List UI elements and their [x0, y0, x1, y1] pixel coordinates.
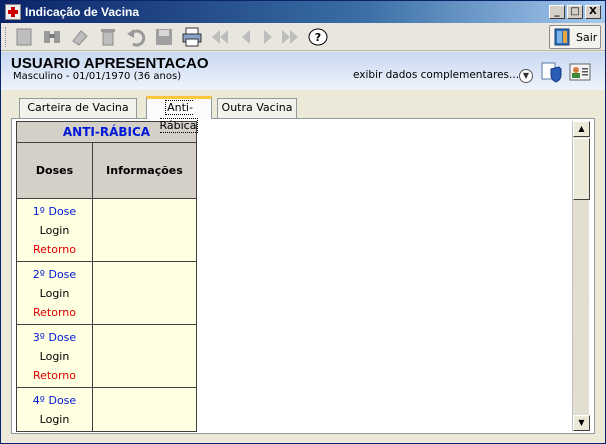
dose-cell[interactable]: 3º Dose Login Retorno	[16, 324, 93, 388]
app-icon	[5, 4, 21, 20]
login-label: Login	[39, 287, 70, 300]
toolbar: ? Sair	[1, 23, 605, 51]
login-label: Login	[39, 413, 70, 426]
erase-icon[interactable]	[69, 26, 91, 48]
dose-label: 3º Dose	[32, 331, 77, 344]
tab-carteira-de-vacina[interactable]: Carteira de Vacina	[19, 98, 137, 118]
login-label: Login	[39, 350, 70, 363]
retorno-label: Retorno	[33, 369, 76, 382]
table-row: 4º Dose Login	[16, 387, 197, 432]
dose-label: 2º Dose	[32, 268, 77, 281]
dose-cell[interactable]: 4º Dose Login	[16, 387, 93, 432]
table-row: 2º Dose Login Retorno	[16, 261, 197, 325]
table-row: 1º Dose Login Retorno	[16, 198, 197, 262]
chevron-down-icon[interactable]: ▼	[519, 69, 533, 83]
shield-icon[interactable]	[541, 61, 563, 83]
exit-button-label: Sair	[576, 31, 598, 44]
retorno-label: Retorno	[33, 306, 76, 319]
patient-name: USUARIO APRESENTACAO	[11, 55, 209, 72]
patient-details: Masculino - 01/01/1970 (36 anos)	[13, 71, 182, 82]
column-header-doses: Doses	[16, 142, 93, 199]
tab-label: Anti-Rábica	[159, 100, 199, 133]
info-cell[interactable]	[92, 198, 197, 262]
retorno-label: Retorno	[33, 243, 76, 256]
patient-header: USUARIO APRESENTACAO Masculino - 01/01/1…	[1, 52, 605, 90]
svg-text:?: ?	[315, 31, 321, 44]
minimize-button[interactable]: _	[549, 5, 565, 19]
dose-cell[interactable]: 1º Dose Login Retorno	[16, 198, 93, 262]
save-icon[interactable]	[153, 26, 175, 48]
last-icon[interactable]	[279, 26, 301, 48]
prev-icon[interactable]	[235, 26, 257, 48]
tab-label: Carteira de Vacina	[27, 101, 129, 114]
tab-label: Outra Vacina	[221, 101, 293, 114]
next-icon[interactable]	[257, 26, 279, 48]
tab-panel: ANTI-RÁBICA Doses Informações 1º Dose Lo…	[11, 118, 595, 434]
scrollbar-thumb[interactable]	[573, 138, 590, 200]
vertical-scrollbar[interactable]: ▲ ▼	[572, 121, 590, 431]
dose-label: 1º Dose	[32, 205, 77, 218]
new-icon[interactable]	[13, 26, 35, 48]
column-header-info: Informações	[92, 142, 197, 199]
info-cell[interactable]	[92, 324, 197, 388]
scroll-up-arrow-icon[interactable]: ▲	[573, 121, 590, 137]
vaccine-table: ANTI-RÁBICA Doses Informações 1º Dose Lo…	[16, 121, 197, 432]
search-icon[interactable]	[41, 26, 63, 48]
help-icon[interactable]: ?	[307, 26, 329, 48]
main-window: Indicação de Vacina _ □ X ? Sair USUARIO…	[0, 0, 606, 444]
dose-cell[interactable]: 2º Dose Login Retorno	[16, 261, 93, 325]
info-cell[interactable]	[92, 387, 197, 432]
exit-button[interactable]: Sair	[549, 25, 601, 49]
title-bar[interactable]: Indicação de Vacina _ □ X	[1, 1, 605, 23]
exit-door-icon	[554, 28, 570, 46]
delete-icon[interactable]	[97, 26, 119, 48]
window-title: Indicação de Vacina	[25, 5, 140, 19]
complementary-data-link[interactable]: exibir dados complementares...	[353, 69, 519, 81]
tab-anti-rabica[interactable]: Anti-Rábica	[146, 96, 212, 133]
close-button[interactable]: X	[585, 5, 601, 19]
info-cell[interactable]	[92, 261, 197, 325]
undo-icon[interactable]	[125, 26, 147, 48]
scroll-down-arrow-icon[interactable]: ▼	[573, 415, 590, 431]
id-card-icon[interactable]	[569, 61, 591, 83]
dose-label: 4º Dose	[32, 394, 77, 407]
print-icon[interactable]	[181, 26, 203, 48]
tab-outra-vacina[interactable]: Outra Vacina	[217, 98, 297, 118]
login-label: Login	[39, 224, 70, 237]
content-area: Carteira de Vacina Anti-Rábica Outra Vac…	[1, 90, 605, 443]
maximize-button[interactable]: □	[567, 5, 583, 19]
first-icon[interactable]	[209, 26, 231, 48]
toolbar-grip[interactable]	[5, 27, 8, 47]
table-row: 3º Dose Login Retorno	[16, 324, 197, 388]
